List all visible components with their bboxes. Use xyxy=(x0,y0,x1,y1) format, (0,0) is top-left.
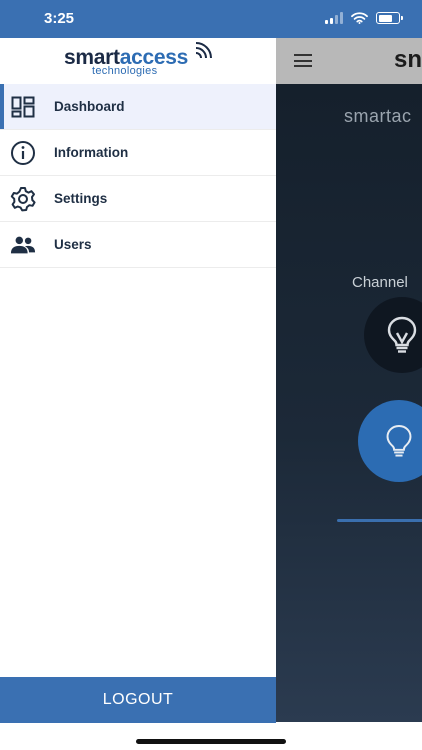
lightbulb-icon xyxy=(387,316,417,353)
info-icon xyxy=(10,141,36,165)
background-app: sn smartac Channel xyxy=(276,38,422,722)
status-time: 3:25 xyxy=(44,10,75,27)
background-app-title: smartac xyxy=(344,106,412,126)
status-icons xyxy=(325,12,403,24)
users-icon xyxy=(10,233,36,257)
menu-item-label: Users xyxy=(54,237,92,252)
menu-item-information[interactable]: Information xyxy=(0,130,276,176)
hamburger-menu-icon[interactable] xyxy=(294,54,312,67)
menu-item-label: Settings xyxy=(54,191,108,206)
channel-label: Channel xyxy=(352,274,408,291)
drawer-menu: Dashboard Information Settings Users xyxy=(0,84,276,268)
progress-line xyxy=(337,519,422,522)
navigation-drawer: smartaccess technologies Dashboard Infor… xyxy=(0,38,276,750)
logout-button[interactable]: LOGOUT xyxy=(0,677,276,723)
background-app-body: smartac Channel xyxy=(276,84,422,722)
menu-item-label: Information xyxy=(54,145,129,160)
cellular-signal-icon xyxy=(325,12,343,24)
light-toggle-on-button[interactable] xyxy=(358,400,422,482)
background-app-header: sn xyxy=(276,38,422,84)
gear-icon xyxy=(10,187,36,212)
menu-item-settings[interactable]: Settings xyxy=(0,176,276,222)
wireless-waves-icon xyxy=(195,42,212,59)
light-toggle-off-button[interactable] xyxy=(364,297,422,373)
status-bar: 3:25 xyxy=(0,0,422,38)
lightbulb-icon xyxy=(386,425,412,457)
menu-item-label: Dashboard xyxy=(54,99,125,114)
background-app-brand: sn xyxy=(394,46,422,73)
menu-item-dashboard[interactable]: Dashboard xyxy=(0,84,276,130)
home-indicator[interactable] xyxy=(136,739,286,744)
battery-icon xyxy=(376,12,403,24)
menu-item-users[interactable]: Users xyxy=(0,222,276,268)
dashboard-icon xyxy=(10,95,36,119)
smartaccess-logo: smartaccess technologies xyxy=(0,38,276,84)
logo-subtitle: technologies xyxy=(92,65,158,77)
wifi-icon xyxy=(351,12,368,24)
